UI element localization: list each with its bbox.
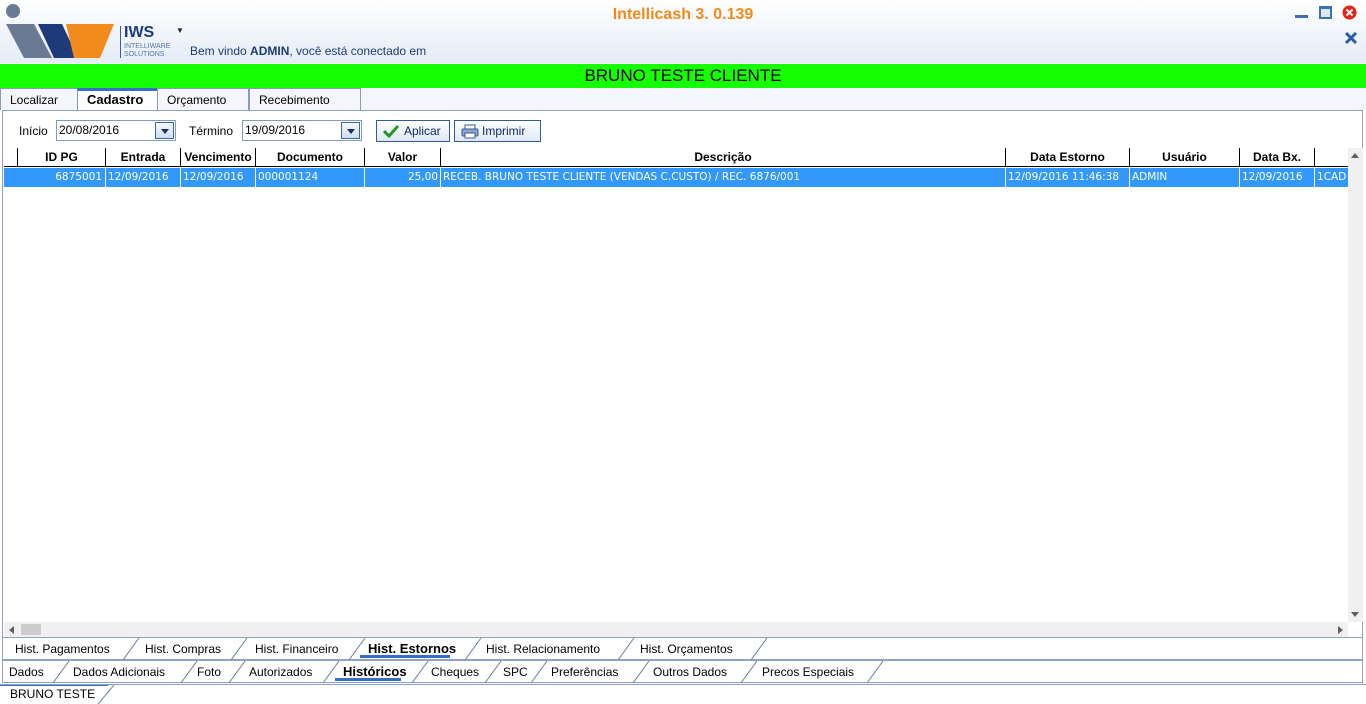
col-header-id-pg[interactable]: ID PG [18, 148, 106, 166]
apply-button[interactable]: Aplicar [376, 120, 450, 142]
tab-dados-adicionais[interactable]: Dados Adicionais [63, 661, 165, 683]
window-tab-strip: BRUNO TESTE [0, 684, 1366, 704]
maximize-icon[interactable] [1318, 5, 1333, 20]
printer-icon [461, 124, 479, 139]
tab-hist-compras[interactable]: Hist. Compras [135, 638, 221, 660]
col-header-descricao[interactable]: Descrição [441, 148, 1006, 166]
start-date-field[interactable]: 20/08/2016 [56, 120, 176, 141]
tab-hist-orcamentos[interactable]: Hist. Orçamentos [630, 638, 733, 660]
scroll-left-icon[interactable] [9, 626, 14, 634]
tab-recebimento[interactable]: Recebimento [249, 88, 361, 110]
tab-hist-financeiro[interactable]: Hist. Financeiro [245, 638, 338, 660]
end-date-field[interactable]: 19/09/2016 [242, 120, 362, 141]
main-panel: Início 20/08/2016 Término 19/09/2016 Apl… [2, 110, 1363, 638]
col-header-data-bx[interactable]: Data Bx. [1240, 148, 1315, 166]
tab-cadastro[interactable]: Cadastro [77, 88, 159, 110]
app-title: Intellicash 3. 0.139 [612, 6, 754, 23]
active-tab-marker [0, 685, 108, 686]
estornos-grid[interactable]: ID PG Entrada Vencimento Documento Valor… [4, 148, 1348, 622]
filter-toolbar: Início 20/08/2016 Término 19/09/2016 Apl… [3, 111, 1362, 147]
scroll-up-icon[interactable] [1351, 153, 1359, 158]
checkmark-icon [383, 124, 399, 138]
history-tab-strip: Hist. Pagamentos Hist. Compras Hist. Fin… [2, 637, 1363, 660]
horizontal-scrollbar[interactable] [4, 622, 1348, 637]
tab-hist-estornos[interactable]: Hist. Estornos [358, 638, 456, 660]
tab-cheques[interactable]: Cheques [421, 661, 479, 683]
col-header-documento[interactable]: Documento [256, 148, 365, 166]
start-date-dropdown-button[interactable] [155, 122, 174, 139]
close-form-icon[interactable] [1343, 30, 1359, 46]
scroll-down-icon[interactable] [1351, 612, 1359, 617]
tab-historicos[interactable]: Históricos [333, 661, 407, 683]
end-date-label: Término [189, 124, 234, 138]
table-row[interactable]: 6875001 12/09/2016 12/09/2016 000001124 … [4, 168, 1348, 187]
tab-hist-relacionamento[interactable]: Hist. Relacionamento [476, 638, 600, 660]
logo-subtitle: INTELLIWARE SOLUTIONS [124, 43, 171, 58]
col-header-data-estorno[interactable]: Data Estorno [1006, 148, 1130, 166]
minimize-icon[interactable] [1294, 5, 1309, 20]
tab-bruno-teste[interactable]: BRUNO TESTE [0, 685, 95, 704]
start-date-label: Início [19, 124, 48, 138]
grid-header: ID PG Entrada Vencimento Documento Valor… [4, 148, 1348, 167]
end-date-dropdown-button[interactable] [341, 122, 360, 139]
scroll-right-icon[interactable] [1338, 626, 1343, 634]
close-window-icon[interactable] [1342, 5, 1357, 20]
welcome-message: Bem vindo ADMIN, você está conectado em [190, 44, 427, 58]
tab-orcamento[interactable]: Orçamento [157, 88, 249, 110]
row-indicator-header [4, 148, 18, 166]
print-button[interactable]: Imprimir [454, 120, 541, 142]
tab-separator [98, 685, 115, 704]
tab-outros-dados[interactable]: Outros Dados [643, 661, 727, 683]
tab-hist-pagamentos[interactable]: Hist. Pagamentos [5, 638, 110, 660]
col-header-entrada[interactable]: Entrada [106, 148, 181, 166]
col-header-valor[interactable]: Valor [365, 148, 441, 166]
col-header-usuario[interactable]: Usuário [1130, 148, 1240, 166]
tab-foto[interactable]: Foto [187, 661, 221, 683]
tab-separator [751, 638, 768, 660]
tab-dados[interactable]: Dados [0, 661, 44, 683]
client-name-bar: BRUNO TESTE CLIENTE [0, 64, 1366, 88]
vertical-scrollbar[interactable] [1348, 148, 1363, 622]
tab-spc[interactable]: SPC [493, 661, 528, 683]
tab-localizar[interactable]: Localizar [0, 88, 80, 110]
horizontal-scroll-thumb[interactable] [21, 624, 41, 635]
app-header: IWS INTELLIWARE SOLUTIONS ▼ Intellicash … [0, 0, 1366, 63]
tab-preferencias[interactable]: Preferências [541, 661, 618, 683]
col-header-vencimento[interactable]: Vencimento [181, 148, 256, 166]
menu-dropdown-icon[interactable]: ▼ [176, 26, 184, 35]
tab-precos-especiais[interactable]: Precos Especiais [752, 661, 854, 683]
tab-autorizados[interactable]: Autorizados [239, 661, 312, 683]
top-tab-strip: Localizar Cadastro Orçamento Recebimento [0, 88, 1366, 111]
logo-text: IWS [124, 24, 155, 41]
record-tab-strip: Dados Dados Adicionais Foto Autorizados … [2, 660, 1363, 683]
logo-divider [120, 26, 121, 58]
tab-separator [867, 661, 884, 683]
